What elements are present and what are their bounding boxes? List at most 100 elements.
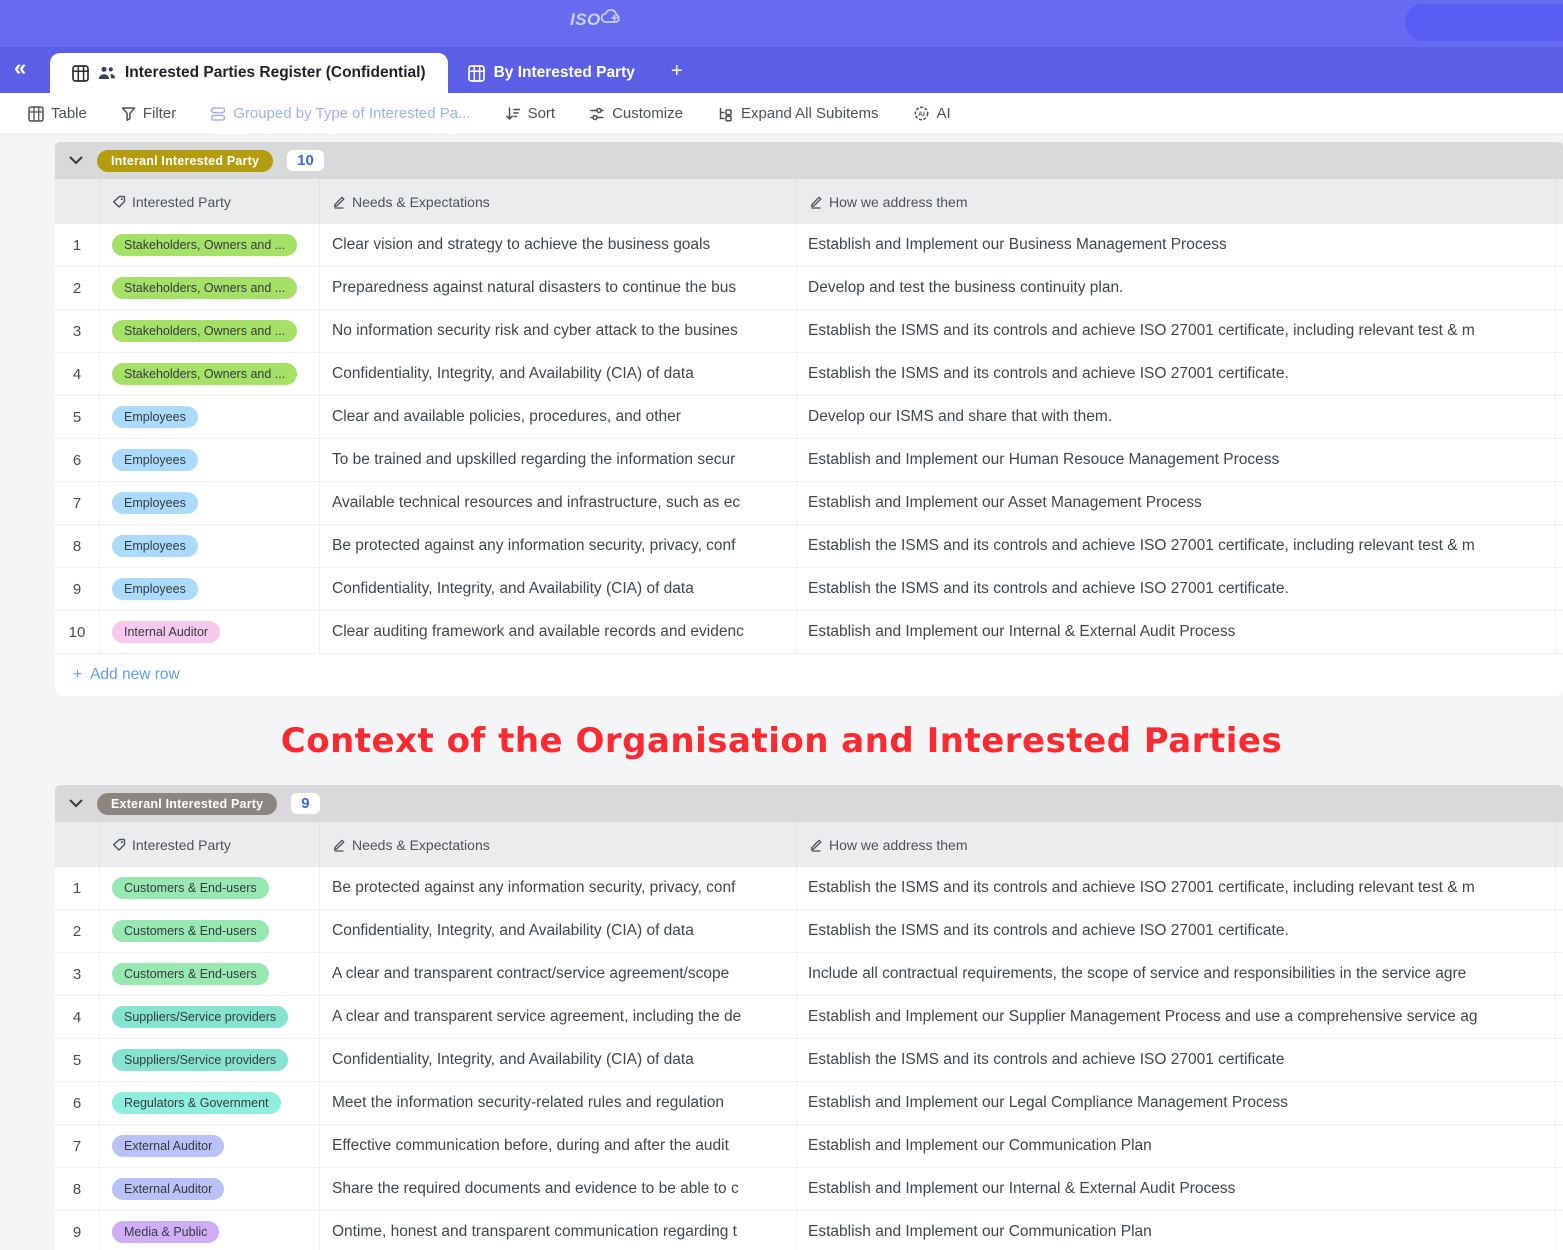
header-action-button[interactable] [1405,4,1563,41]
interested-party-cell[interactable]: Suppliers/Service providers [100,996,320,1038]
interested-party-cell[interactable]: Stakeholders, Owners and ... [100,310,320,352]
column-header-needs-expectations[interactable]: Needs & Expectations [320,179,797,224]
add-new-row-button[interactable]: + Add new row [55,654,1563,696]
how-we-address-cell[interactable]: Establish the ISMS and its controls and … [797,910,1556,952]
needs-expectations-cell[interactable]: Be protected against any information sec… [320,867,797,909]
row-number-cell[interactable]: 8 [55,1168,100,1210]
how-we-address-cell[interactable]: Establish the ISMS and its controls and … [797,353,1556,395]
row-number-cell[interactable]: 4 [55,353,100,395]
ai-button[interactable]: AI AI [913,105,951,122]
grouped-by-button[interactable]: Grouped by Type of Interested Pa... [210,105,470,122]
row-number-cell[interactable]: 2 [55,267,100,309]
how-we-address-cell[interactable]: Establish and Implement our Supplier Man… [797,996,1556,1038]
interested-party-cell[interactable]: Internal Auditor [100,611,320,653]
how-we-address-cell[interactable]: Include all contractual requirements, th… [797,953,1556,995]
tab-interested-parties-register[interactable]: Interested Parties Register (Confidentia… [50,53,448,93]
row-number-cell[interactable]: 7 [55,1125,100,1167]
interested-party-cell[interactable]: Suppliers/Service providers [100,1039,320,1081]
interested-party-cell[interactable]: Employees [100,568,320,610]
row-number-cell[interactable]: 7 [55,482,100,524]
table-row[interactable]: 4Suppliers/Service providersA clear and … [55,996,1563,1039]
row-number-cell[interactable]: 1 [55,224,100,266]
column-header-needs-expectations[interactable]: Needs & Expectations [320,822,797,867]
interested-party-cell[interactable]: Customers & End-users [100,910,320,952]
row-number-cell[interactable]: 2 [55,910,100,952]
filter-button[interactable]: Filter [121,105,176,122]
interested-party-cell[interactable]: Media & Public [100,1211,320,1250]
interested-party-cell[interactable]: Customers & End-users [100,867,320,909]
how-we-address-cell[interactable]: Establish the ISMS and its controls and … [797,1039,1556,1081]
how-we-address-cell[interactable]: Establish and Implement our Internal & E… [797,1168,1556,1210]
table-row[interactable]: 7EmployeesAvailable technical resources … [55,482,1563,525]
interested-party-cell[interactable]: Regulators & Government [100,1082,320,1124]
row-number-cell[interactable]: 1 [55,867,100,909]
how-we-address-cell[interactable]: Establish and Implement our Internal & E… [797,611,1556,653]
column-header-interested-party[interactable]: Interested Party [100,179,320,224]
expand-all-subitems-button[interactable]: Expand All Subitems [717,105,879,122]
row-number-cell[interactable]: 6 [55,439,100,481]
table-view-button[interactable]: Table [28,105,87,122]
needs-expectations-cell[interactable]: Confidentiality, Integrity, and Availabi… [320,1039,797,1081]
table-row[interactable]: 6EmployeesTo be trained and upskilled re… [55,439,1563,482]
table-row[interactable]: 8EmployeesBe protected against any infor… [55,525,1563,568]
needs-expectations-cell[interactable]: Effective communication before, during a… [320,1125,797,1167]
row-number-cell[interactable]: 3 [55,310,100,352]
tab-by-interested-party[interactable]: By Interested Party [448,53,655,93]
sort-button[interactable]: Sort [505,105,556,122]
table-row[interactable]: 4Stakeholders, Owners and ...Confidentia… [55,353,1563,396]
how-we-address-cell[interactable]: Establish the ISMS and its controls and … [797,568,1556,610]
needs-expectations-cell[interactable]: No information security risk and cyber a… [320,310,797,352]
how-we-address-cell[interactable]: Establish the ISMS and its controls and … [797,525,1556,567]
interested-party-cell[interactable]: Stakeholders, Owners and ... [100,353,320,395]
table-row[interactable]: 1Stakeholders, Owners and ...Clear visio… [55,224,1563,267]
needs-expectations-cell[interactable]: Be protected against any information sec… [320,525,797,567]
how-we-address-cell[interactable]: Establish and Implement our Communicatio… [797,1211,1556,1250]
needs-expectations-cell[interactable]: Clear and available policies, procedures… [320,396,797,438]
needs-expectations-cell[interactable]: Ontime, honest and transparent communica… [320,1211,797,1250]
how-we-address-cell[interactable]: Establish the ISMS and its controls and … [797,310,1556,352]
table-row[interactable]: 1Customers & End-usersBe protected again… [55,867,1563,910]
how-we-address-cell[interactable]: Develop and test the business continuity… [797,267,1556,309]
table-row[interactable]: 8External AuditorShare the required docu… [55,1168,1563,1211]
interested-party-cell[interactable]: External Auditor [100,1168,320,1210]
needs-expectations-cell[interactable]: Confidentiality, Integrity, and Availabi… [320,353,797,395]
needs-expectations-cell[interactable]: Preparedness against natural disasters t… [320,267,797,309]
how-we-address-cell[interactable]: Establish the ISMS and its controls and … [797,867,1556,909]
collapse-sidebar-icon[interactable]: « [14,55,24,81]
how-we-address-cell[interactable]: Establish and Implement our Legal Compli… [797,1082,1556,1124]
table-row[interactable]: 3Customers & End-usersA clear and transp… [55,953,1563,996]
table-row[interactable]: 5Suppliers/Service providersConfidential… [55,1039,1563,1082]
row-number-cell[interactable]: 3 [55,953,100,995]
table-row[interactable]: 6Regulators & GovernmentMeet the informa… [55,1082,1563,1125]
column-header-how-we-address[interactable]: How we address them [797,822,1556,867]
how-we-address-cell[interactable]: Develop our ISMS and share that with the… [797,396,1556,438]
needs-expectations-cell[interactable]: Meet the information security-related ru… [320,1082,797,1124]
interested-party-cell[interactable]: Stakeholders, Owners and ... [100,267,320,309]
customize-button[interactable]: Customize [589,105,683,122]
row-number-cell[interactable]: 9 [55,1211,100,1250]
needs-expectations-cell[interactable]: A clear and transparent service agreemen… [320,996,797,1038]
row-number-cell[interactable]: 5 [55,1039,100,1081]
interested-party-cell[interactable]: Customers & End-users [100,953,320,995]
table-row[interactable]: 9EmployeesConfidentiality, Integrity, an… [55,568,1563,611]
needs-expectations-cell[interactable]: Confidentiality, Integrity, and Availabi… [320,910,797,952]
interested-party-cell[interactable]: External Auditor [100,1125,320,1167]
table-row[interactable]: 2Stakeholders, Owners and ...Preparednes… [55,267,1563,310]
row-number-cell[interactable]: 6 [55,1082,100,1124]
column-header-interested-party[interactable]: Interested Party [100,822,320,867]
row-number-cell[interactable]: 10 [55,611,100,653]
chevron-down-icon[interactable] [69,156,83,165]
needs-expectations-cell[interactable]: To be trained and upskilled regarding th… [320,439,797,481]
needs-expectations-cell[interactable]: Available technical resources and infras… [320,482,797,524]
needs-expectations-cell[interactable]: Share the required documents and evidenc… [320,1168,797,1210]
column-header-how-we-address[interactable]: How we address them [797,179,1556,224]
interested-party-cell[interactable]: Employees [100,439,320,481]
how-we-address-cell[interactable]: Establish and Implement our Communicatio… [797,1125,1556,1167]
how-we-address-cell[interactable]: Establish and Implement our Human Resouc… [797,439,1556,481]
table-row[interactable]: 2Customers & End-usersConfidentiality, I… [55,910,1563,953]
table-row[interactable]: 5EmployeesClear and available policies, … [55,396,1563,439]
needs-expectations-cell[interactable]: Clear vision and strategy to achieve the… [320,224,797,266]
needs-expectations-cell[interactable]: Confidentiality, Integrity, and Availabi… [320,568,797,610]
row-number-cell[interactable]: 5 [55,396,100,438]
interested-party-cell[interactable]: Employees [100,482,320,524]
